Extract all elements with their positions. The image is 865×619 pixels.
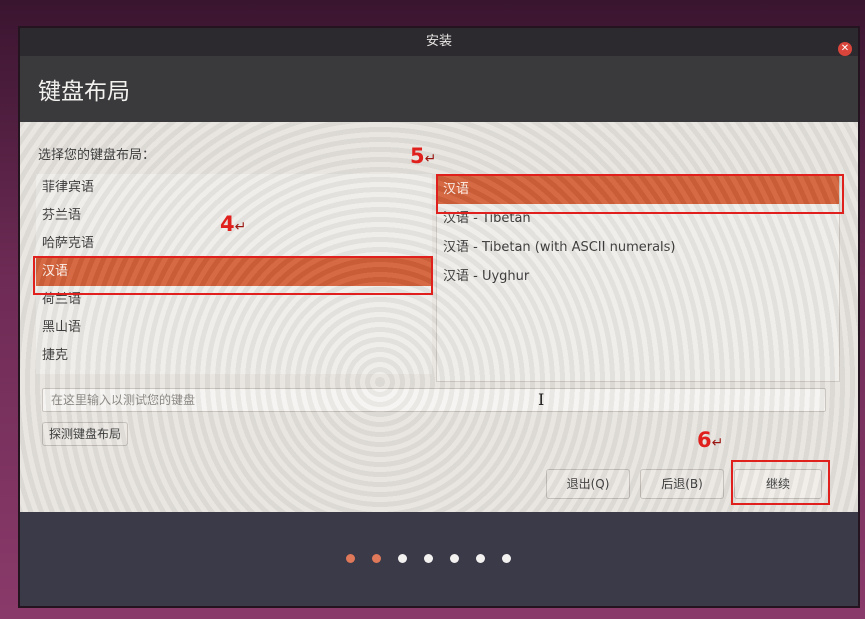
variant-item[interactable]: 汉语 - Uyghur [437, 262, 839, 291]
keyboard-layout-list[interactable]: 菲律宾语 芬兰语 哈萨克语 汉语 荷兰语 黑山语 捷克 [36, 174, 432, 374]
step-number: 5 [410, 144, 425, 168]
quit-button[interactable]: 退出(Q) [546, 469, 630, 499]
text-cursor-icon: I [538, 390, 545, 409]
return-arrow-icon: ↵ [424, 151, 437, 167]
main-content: 选择您的键盘布局： 菲律宾语 芬兰语 哈萨克语 汉语 荷兰语 黑山语 捷克 汉语… [20, 122, 858, 512]
progress-dot [450, 554, 459, 563]
layout-item-selected[interactable]: 汉语 [36, 258, 432, 286]
progress-dot-done [372, 554, 381, 563]
progress-dot [502, 554, 511, 563]
progress-footer [20, 512, 858, 606]
annotation-step-4: 4↵ [220, 212, 246, 236]
progress-dot [424, 554, 433, 563]
progress-dot-done [346, 554, 355, 563]
back-button[interactable]: 后退(B) [640, 469, 724, 499]
detect-layout-button[interactable]: 探测键盘布局 [42, 422, 129, 446]
keyboard-test-input[interactable] [42, 388, 826, 412]
window-title: 安装 [425, 34, 452, 49]
variant-item[interactable]: 汉语 - Tibetan [437, 204, 839, 233]
step-number: 4 [220, 212, 235, 236]
layout-prompt: 选择您的键盘布局： [38, 148, 156, 163]
variant-item-selected[interactable]: 汉语 [437, 175, 839, 204]
keyboard-variant-list[interactable]: 汉语 汉语 - Tibetan 汉语 - Tibetan (with ASCII… [436, 174, 840, 382]
layout-item[interactable]: 黑山语 [36, 314, 432, 342]
installer-window: 安装 ✕ 键盘布局 选择您的键盘布局： 菲律宾语 芬兰语 哈萨克语 汉语 荷兰语… [20, 28, 858, 606]
return-arrow-icon: ↵ [234, 219, 247, 235]
progress-dots [346, 554, 511, 563]
return-arrow-icon: ↵ [711, 435, 724, 451]
page-header: 键盘布局 [20, 56, 858, 122]
progress-dot [398, 554, 407, 563]
continue-button[interactable]: 继续 [734, 469, 822, 499]
layout-item[interactable]: 捷克 [36, 342, 432, 370]
step-number: 6 [697, 428, 712, 452]
page-title: 键盘布局 [38, 79, 130, 105]
window-titlebar: 安装 ✕ [20, 28, 858, 56]
annotation-step-6: 6↵ [697, 428, 723, 452]
layout-item[interactable]: 荷兰语 [36, 286, 432, 314]
variant-item[interactable]: 汉语 - Tibetan (with ASCII numerals) [437, 233, 839, 262]
progress-dot [476, 554, 485, 563]
annotation-step-5: 5↵ [410, 144, 436, 168]
layout-item[interactable]: 菲律宾语 [36, 174, 432, 202]
close-icon[interactable]: ✕ [838, 42, 852, 56]
